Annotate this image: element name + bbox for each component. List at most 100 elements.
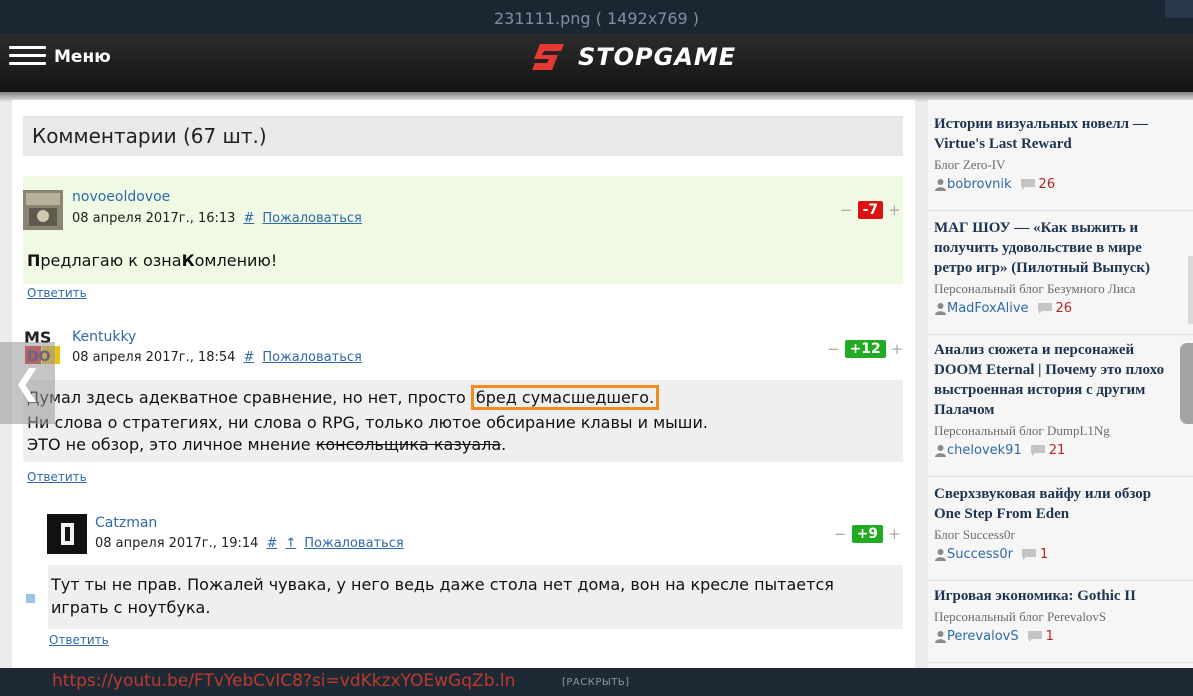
previous-image-arrow-icon[interactable]: ❮	[0, 342, 55, 424]
post-title[interactable]: МАГ ШОУ — «Как выжить и	[934, 218, 1192, 238]
strikethrough-text: консольщика казуала	[315, 435, 502, 454]
sidebar-post[interactable]: Сверхзвуковая вайфу или обзор One Step F…	[934, 484, 1192, 562]
avatar[interactable]	[47, 514, 87, 554]
comment-text-line: Думал здесь адекватное сравнение, но нет…	[27, 385, 660, 410]
comments-header: Комментарии (67 шт.)	[23, 116, 903, 156]
comment-date: 08 апреля 2017г., 16:13	[72, 211, 236, 226]
popular-posts-sidebar: Истории визуальных новелл — Virtue's Las…	[928, 100, 1193, 668]
comment-score: -7	[857, 201, 884, 219]
comment-meta: 08 апреля 2017г., 18:54 # Пожаловаться	[72, 350, 362, 365]
thread-marker-icon	[26, 594, 35, 603]
comment-permalink[interactable]: #	[243, 211, 254, 226]
youtube-link[interactable]: https://youtu.be/FTvYebCvIC8?si=vdKkzxYO…	[52, 671, 515, 691]
sidebar-post[interactable]: Игровая экономика: Gothic II Персональны…	[934, 586, 1192, 644]
post-title[interactable]: Сверхзвуковая вайфу или обзор	[934, 484, 1192, 504]
reply-link[interactable]: Ответить	[49, 633, 109, 647]
post-author[interactable]: Success0r	[947, 547, 1013, 562]
comment-date: 08 апреля 2017г., 18:54	[72, 350, 236, 365]
post-meta: bobrovnik 26	[934, 177, 1192, 192]
post-title[interactable]: DOOM Eternal | Почему это плохо	[934, 360, 1192, 380]
reply-link[interactable]: Ответить	[27, 470, 87, 484]
post-title[interactable]: Virtue's Last Reward	[934, 134, 1192, 154]
site-logo[interactable]: STOPGAME	[530, 40, 736, 74]
post-meta: PerevalovS 1	[934, 629, 1192, 644]
comment-text: Предлагаю к ознаКомлению!	[27, 251, 278, 270]
post-title[interactable]: Анализ сюжета и персонажей	[934, 340, 1192, 360]
site-header: Меню STOPGAME	[0, 34, 1193, 92]
stopgame-logo-icon	[532, 44, 564, 70]
hamburger-menu-icon[interactable]	[9, 43, 46, 69]
post-author[interactable]: chelovek91	[947, 443, 1022, 458]
post-blog[interactable]: Персональный блог PerevalovS	[934, 609, 1192, 625]
comment-author[interactable]: Kentukky	[72, 329, 136, 345]
comment-permalink[interactable]: #	[243, 350, 254, 365]
menu-label[interactable]: Меню	[54, 47, 111, 67]
complain-link[interactable]: Пожаловаться	[304, 536, 404, 551]
comment-count: 26	[1038, 177, 1056, 192]
comments-title: Комментарии (67 шт.)	[32, 124, 267, 148]
divider	[928, 476, 1193, 477]
comment-icon	[1021, 549, 1036, 560]
post-title[interactable]: ретро игр» (Пилотный Выпуск)	[934, 258, 1192, 278]
comment-text-line: играть с ноутбука.	[51, 598, 211, 617]
user-icon	[935, 303, 946, 315]
sidebar-post[interactable]: МАГ ШОУ — «Как выжить и получить удоволь…	[934, 218, 1192, 316]
post-author[interactable]: bobrovnik	[947, 177, 1012, 192]
sidebar-scrollbar[interactable]	[1188, 256, 1193, 324]
post-title[interactable]: Истории визуальных новелл —	[934, 114, 1192, 134]
comment-vote: − +9 +	[834, 525, 901, 543]
comment-author[interactable]: novoeoldovoe	[72, 189, 170, 205]
comment-permalink[interactable]: #	[266, 536, 277, 551]
image-viewer-title: 231111.png ( 1492x769 )	[0, 0, 1193, 34]
comment-author[interactable]: Catzman	[95, 515, 157, 531]
comment-text-line: Тут ты не прав. Пожалей чувака, у него в…	[51, 575, 834, 594]
comment-meta: 08 апреля 2017г., 16:13 # Пожаловаться	[72, 211, 362, 226]
post-title[interactable]: Палачом	[934, 400, 1192, 420]
vote-up-button[interactable]: +	[888, 201, 901, 219]
post-blog[interactable]: Персональный блог Безумного Лиса	[934, 281, 1192, 297]
next-image-handle[interactable]	[1180, 343, 1193, 424]
post-author[interactable]: PerevalovS	[947, 629, 1019, 644]
vote-up-button[interactable]: +	[891, 340, 904, 358]
post-blog[interactable]: Персональный блог DumpL1Ng	[934, 423, 1192, 439]
sidebar-post[interactable]: Истории визуальных новелл — Virtue's Las…	[934, 114, 1192, 192]
comment-count: 1	[1039, 547, 1049, 562]
post-author[interactable]: MadFoxAlive	[947, 301, 1029, 316]
viewer-corner-button[interactable]	[1165, 0, 1193, 18]
comment-score: +9	[851, 525, 884, 543]
divider	[928, 210, 1193, 211]
comment-icon	[1030, 445, 1045, 456]
comment-meta: 08 апреля 2017г., 19:14 # ↑ Пожаловаться	[95, 536, 404, 551]
divider	[928, 334, 1193, 335]
post-title[interactable]: выстроенная история с другим	[934, 380, 1192, 400]
divider	[928, 662, 1193, 663]
parent-comment-link[interactable]: ↑	[285, 536, 296, 551]
post-blog[interactable]: Блог Zero-IV	[934, 157, 1192, 173]
post-title[interactable]: Игровая экономика: Gothic II	[934, 586, 1192, 606]
vote-down-button[interactable]: −	[827, 340, 840, 358]
vote-up-button[interactable]: +	[888, 525, 901, 543]
comment-score: +12	[844, 340, 886, 358]
post-title[interactable]: One Step From Eden	[934, 504, 1192, 524]
comment-text-line: Ни слова о стратегиях, ни слова о RPG, т…	[27, 413, 708, 432]
post-meta: chelovek91 21	[934, 443, 1192, 458]
expand-link[interactable]: [РАСКРЫТЬ]	[562, 677, 630, 688]
sidebar-post[interactable]: Анализ сюжета и персонажей DOOM Eternal …	[934, 340, 1192, 458]
comment-text-line: ЭТО не обзор, это личное мнение консольщ…	[27, 435, 507, 454]
logo-text: STOPGAME	[578, 43, 737, 71]
comments-panel: Комментарии (67 шт.) novoeoldovoe 08 апр…	[12, 100, 915, 668]
comment-date: 08 апреля 2017г., 19:14	[95, 536, 259, 551]
comment-count: 26	[1055, 301, 1073, 316]
complain-link[interactable]: Пожаловаться	[262, 211, 362, 226]
comment-icon	[1027, 631, 1042, 642]
post-title[interactable]: получить удовольствие в мире	[934, 238, 1192, 258]
comment-vote: − +12 +	[827, 340, 903, 358]
vote-down-button[interactable]: −	[840, 201, 853, 219]
complain-link[interactable]: Пожаловаться	[262, 350, 362, 365]
vote-down-button[interactable]: −	[834, 525, 847, 543]
user-icon	[935, 445, 946, 457]
reply-link[interactable]: Ответить	[27, 286, 87, 300]
avatar[interactable]	[23, 190, 63, 230]
post-blog[interactable]: Блог Success0r	[934, 527, 1192, 543]
comment-icon	[1020, 179, 1035, 190]
